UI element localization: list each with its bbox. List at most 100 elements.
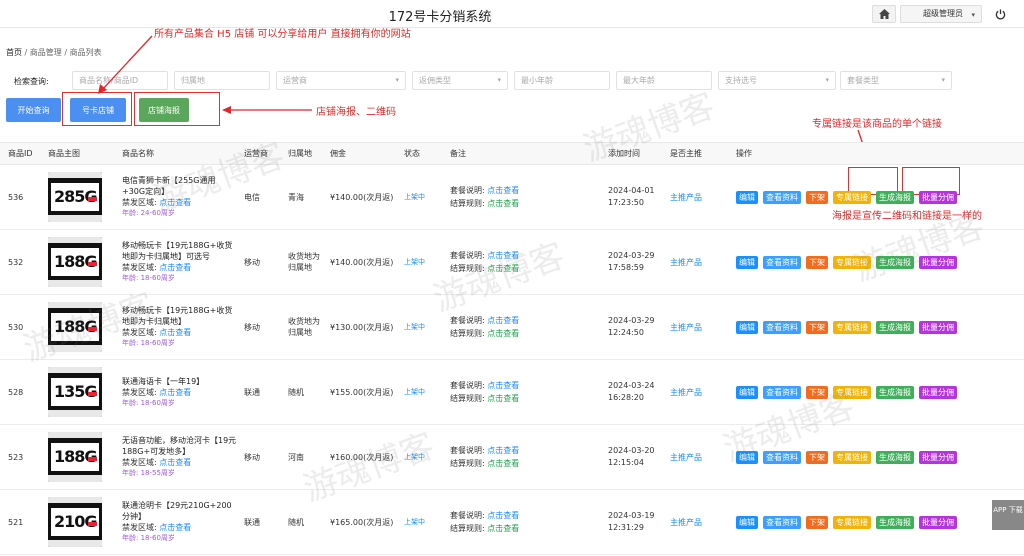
delist-button[interactable]: 下架 xyxy=(806,515,828,529)
edit-button[interactable]: 编辑 xyxy=(736,450,758,464)
plan-view-link[interactable]: 点击查看 xyxy=(487,251,519,260)
banned-view-link[interactable]: 点击查看 xyxy=(159,388,191,397)
status-badge[interactable]: 上架中 xyxy=(404,258,425,266)
delist-button[interactable]: 下架 xyxy=(806,385,828,399)
col-region: 归属地 xyxy=(280,142,322,165)
status-badge[interactable]: 上架中 xyxy=(404,323,425,331)
exclusive-link-button[interactable]: 专属链接 xyxy=(833,190,871,204)
delist-button[interactable]: 下架 xyxy=(806,190,828,204)
generate-poster-button[interactable]: 生成海报 xyxy=(876,515,914,529)
product-name-cell: 无语音功能，移动沧河卡【19元188G+可发地多】 禁发区域: 点击查看 年龄: 1… xyxy=(114,424,236,490)
batch-commission-button[interactable]: 批量分佣 xyxy=(919,385,957,399)
delist-button[interactable]: 下架 xyxy=(806,255,828,269)
home-button[interactable] xyxy=(872,5,896,23)
featured-link[interactable]: 主推产品 xyxy=(670,518,702,527)
generate-poster-button[interactable]: 生成海报 xyxy=(876,190,914,204)
banned-view-link[interactable]: 点击查看 xyxy=(159,198,191,207)
product-name: 联通海语卡【一年19】 xyxy=(122,376,205,386)
min-age-input[interactable]: 最小年龄 xyxy=(514,71,610,90)
store-poster-button[interactable]: 店铺海报 xyxy=(139,98,189,122)
status-badge[interactable]: 上架中 xyxy=(404,388,425,396)
breadcrumb-home[interactable]: 首页 xyxy=(6,48,22,57)
edit-button[interactable]: 编辑 xyxy=(736,320,758,334)
date-added: 2024-03-20 12:15:04 xyxy=(600,424,662,490)
view-info-button[interactable]: 查看资料 xyxy=(763,255,801,269)
edit-button[interactable]: 编辑 xyxy=(736,515,758,529)
generate-poster-button[interactable]: 生成海报 xyxy=(876,385,914,399)
delist-button[interactable]: 下架 xyxy=(806,450,828,464)
table-row: 530 188G 移动畅玩卡【19元188G+收货地即为卡归属地】 禁发区域: 点击查… xyxy=(0,294,1024,360)
delist-button[interactable]: 下架 xyxy=(806,320,828,334)
view-info-button[interactable]: 查看资料 xyxy=(763,320,801,334)
plan-label: 套餐说明: xyxy=(450,511,485,520)
status-badge[interactable]: 上架中 xyxy=(404,518,425,526)
featured-link[interactable]: 主推产品 xyxy=(670,388,702,397)
rule-view-link[interactable]: 点击查看 xyxy=(487,199,519,208)
plan-view-link[interactable]: 点击查看 xyxy=(487,511,519,520)
plan-view-link[interactable]: 点击查看 xyxy=(487,446,519,455)
chevron-down-icon: ▾ xyxy=(395,76,399,84)
banned-view-link[interactable]: 点击查看 xyxy=(159,523,191,532)
batch-commission-button[interactable]: 批量分佣 xyxy=(919,450,957,464)
max-age-input[interactable]: 最大年龄 xyxy=(616,71,712,90)
rule-label: 结算规则: xyxy=(450,199,485,208)
exclusive-link-button[interactable]: 专属链接 xyxy=(833,450,871,464)
rule-view-link[interactable]: 点击查看 xyxy=(487,264,519,273)
rule-view-link[interactable]: 点击查看 xyxy=(487,459,519,468)
featured-link[interactable]: 主推产品 xyxy=(670,193,702,202)
age-label: 年龄: xyxy=(122,209,139,217)
table-row: 528 135G 联通海语卡【一年19】 禁发区域: 点击查看 年龄: 18-60周岁联… xyxy=(0,359,1024,425)
exclusive-link-button[interactable]: 专属链接 xyxy=(833,255,871,269)
breadcrumb-goods[interactable]: 商品管理 xyxy=(30,48,62,57)
date-added: 2024-03-24 16:28:20 xyxy=(600,359,662,425)
start-search-button[interactable]: 开始查询 xyxy=(6,98,61,122)
product-name: 电信青狮卡新【255G通用+30G定向】 xyxy=(122,176,216,196)
banned-view-link[interactable]: 点击查看 xyxy=(159,263,191,272)
search-label: 检索查询: xyxy=(14,77,49,86)
plan-type-select[interactable]: 套餐类型 ▾ xyxy=(840,71,952,90)
user-menu-select[interactable]: 超级管理员 ▾ xyxy=(900,5,982,23)
chevron-down-icon: ▾ xyxy=(971,11,975,19)
product-id: 536 xyxy=(0,164,40,230)
edit-button[interactable]: 编辑 xyxy=(736,255,758,269)
featured-link[interactable]: 主推产品 xyxy=(670,258,702,267)
view-info-button[interactable]: 查看资料 xyxy=(763,450,801,464)
number-select[interactable]: 支持选号 ▾ xyxy=(718,71,836,90)
batch-commission-button[interactable]: 批量分佣 xyxy=(919,320,957,334)
status-badge[interactable]: 上架中 xyxy=(404,193,425,201)
batch-commission-button[interactable]: 批量分佣 xyxy=(919,190,957,204)
banned-view-link[interactable]: 点击查看 xyxy=(159,458,191,467)
banned-label: 禁发区域: xyxy=(122,523,157,532)
featured-link[interactable]: 主推产品 xyxy=(670,323,702,332)
view-info-button[interactable]: 查看资料 xyxy=(763,515,801,529)
plan-view-link[interactable]: 点击查看 xyxy=(487,316,519,325)
generate-poster-button[interactable]: 生成海报 xyxy=(876,450,914,464)
generate-poster-button[interactable]: 生成海报 xyxy=(876,255,914,269)
logout-button[interactable] xyxy=(990,5,1010,23)
generate-poster-button[interactable]: 生成海报 xyxy=(876,320,914,334)
col-date: 添加时间 xyxy=(600,142,662,165)
exclusive-link-button[interactable]: 专属链接 xyxy=(833,385,871,399)
exclusive-link-button[interactable]: 专属链接 xyxy=(833,515,871,529)
rule-view-link[interactable]: 点击查看 xyxy=(487,524,519,533)
edit-button[interactable]: 编辑 xyxy=(736,385,758,399)
rule-view-link[interactable]: 点击查看 xyxy=(487,329,519,338)
batch-commission-button[interactable]: 批量分佣 xyxy=(919,515,957,529)
featured-link[interactable]: 主推产品 xyxy=(670,453,702,462)
view-info-button[interactable]: 查看资料 xyxy=(763,385,801,399)
date-added: 2024-04-01 17:23:50 xyxy=(600,164,662,230)
app-download-button[interactable]: APP 下载 xyxy=(992,500,1024,530)
banned-view-link[interactable]: 点击查看 xyxy=(159,328,191,337)
status-badge[interactable]: 上架中 xyxy=(404,453,425,461)
rebate-type-select[interactable]: 返佣类型 ▾ xyxy=(412,71,508,90)
plan-view-link[interactable]: 点击查看 xyxy=(487,186,519,195)
rule-view-link[interactable]: 点击查看 xyxy=(487,394,519,403)
batch-commission-button[interactable]: 批量分佣 xyxy=(919,255,957,269)
card-store-button[interactable]: 号卡店铺 xyxy=(70,98,126,122)
exclusive-link-button[interactable]: 专属链接 xyxy=(833,320,871,334)
plan-view-link[interactable]: 点击查看 xyxy=(487,381,519,390)
carrier-select[interactable]: 运营商 ▾ xyxy=(276,71,406,90)
search-region-input[interactable]: 归属地 xyxy=(174,71,270,90)
edit-button[interactable]: 编辑 xyxy=(736,190,758,204)
view-info-button[interactable]: 查看资料 xyxy=(763,190,801,204)
